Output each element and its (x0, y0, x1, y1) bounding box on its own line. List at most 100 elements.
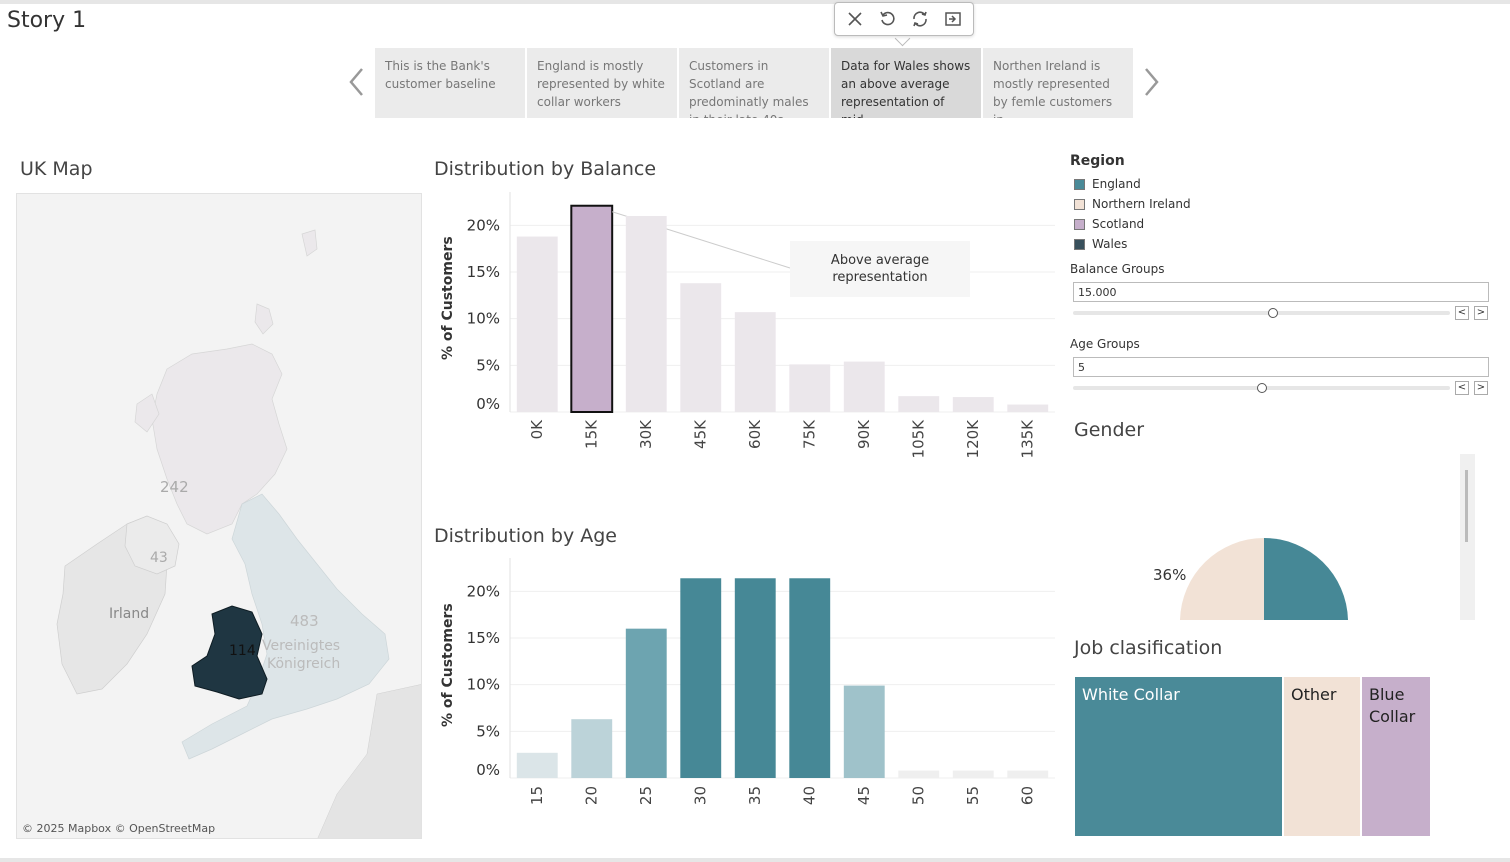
y-tick-label: 20% (467, 582, 500, 600)
revert-icon[interactable] (906, 5, 934, 33)
bar-75K[interactable] (789, 364, 831, 412)
balance-annotation: Above average representation (790, 241, 970, 297)
story-point-3[interactable]: Customers in Scotland are predominatly m… (679, 48, 829, 118)
x-tick-label: 60K (746, 419, 764, 449)
treemap-label: Blue Collar (1369, 685, 1416, 726)
gender-slice-female[interactable] (1180, 538, 1264, 620)
uk-map[interactable]: 242 43 Irland 483 Vereinigtes Königreich… (16, 193, 422, 839)
bar-45[interactable] (843, 685, 885, 778)
x-tick-label: 120K (964, 419, 982, 459)
x-tick-label: 105K (909, 419, 927, 459)
gender-slice-male[interactable] (1264, 538, 1348, 620)
bar-90K[interactable] (843, 361, 885, 412)
y-tick-label: 15% (467, 263, 500, 281)
story-point-text: This is the Bank's customer baseline (385, 59, 496, 91)
y-tick-label: 0% (476, 395, 500, 413)
x-tick-label: 30K (637, 419, 655, 449)
bar-105K[interactable] (898, 396, 940, 412)
bar-55[interactable] (952, 770, 994, 778)
bar-45K[interactable] (680, 283, 722, 412)
bar-30[interactable] (680, 578, 722, 778)
pause-icon[interactable] (939, 5, 967, 33)
bar-60[interactable] (1007, 770, 1049, 778)
y-tick-label: 10% (467, 676, 500, 694)
x-tick-label: 25 (637, 786, 655, 805)
y-tick-label: 15% (467, 629, 500, 647)
map-label-ireland: Irland (109, 606, 149, 622)
balance-bar-chart: 0% 5% 10% 15% 20% 0K 15K 30K 45K 60K 75K 90K 105K 120… (467, 192, 1055, 459)
top-border (0, 0, 1510, 4)
map-attribution: © 2025 Mapbox © OpenStreetMap (22, 822, 216, 835)
legend-item-scotland[interactable]: Scotland (1074, 214, 1191, 234)
job-title: Job clasification (1074, 637, 1223, 659)
y-tick-label: 0% (476, 761, 500, 779)
age-groups-label: Age Groups (1070, 337, 1140, 351)
legend-swatch (1074, 198, 1085, 210)
age-slider-handle[interactable] (1256, 383, 1267, 393)
story-point-2[interactable]: England is mostly represented by white c… (527, 48, 677, 118)
legend-label: Wales (1092, 237, 1128, 251)
bar-40[interactable] (789, 578, 831, 778)
map-label-scotland: 242 (160, 478, 189, 496)
bar-15K[interactable] (570, 204, 614, 413)
age-groups-input[interactable] (1073, 357, 1489, 377)
age-chart-title: Distribution by Age (434, 525, 617, 547)
treemap-white-collar[interactable]: White Collar (1075, 677, 1284, 836)
region-legend-title: Region (1070, 153, 1125, 169)
story-next-arrow-icon[interactable] (1140, 66, 1162, 102)
bar-120K[interactable] (952, 397, 994, 412)
legend-swatch (1074, 178, 1085, 190)
balance-prev-button[interactable]: < (1455, 306, 1469, 320)
story-point-5[interactable]: Northen Ireland is mostly represented by… (983, 48, 1133, 118)
page-title: Story 1 (7, 8, 87, 33)
bar-35[interactable] (734, 578, 776, 778)
bar-25[interactable] (625, 628, 667, 778)
bar-15[interactable] (516, 752, 558, 778)
x-tick-label: 30 (691, 786, 709, 805)
undo-icon[interactable] (874, 5, 902, 33)
bar-30K[interactable] (625, 216, 667, 412)
treemap-label: Other (1291, 685, 1337, 704)
treemap-other[interactable]: Other (1284, 677, 1362, 836)
x-tick-label: 60 (1018, 786, 1036, 805)
map-label-ni: 43 (150, 550, 168, 566)
legend-swatch (1074, 238, 1085, 250)
bar-135K[interactable] (1007, 404, 1049, 412)
balance-slider-handle[interactable] (1267, 308, 1278, 318)
treemap-label: White Collar (1082, 685, 1180, 704)
bar-20[interactable] (571, 719, 613, 778)
legend-item-northern-ireland[interactable]: Northern Ireland (1074, 194, 1191, 214)
legend-label: England (1092, 177, 1141, 191)
x-tick-label: 45 (855, 786, 873, 805)
y-tick-label: 5% (476, 722, 500, 740)
bar-60K[interactable] (734, 312, 776, 412)
map-label-england-name2: Königreich (267, 656, 340, 672)
gender-scrollbar-thumb[interactable] (1465, 470, 1468, 542)
treemap-blue-collar[interactable]: Blue Collar (1362, 677, 1430, 836)
age-prev-button[interactable]: < (1455, 381, 1469, 395)
x-tick-label: 45K (691, 419, 709, 449)
map-label-wales: 114 (229, 643, 256, 659)
story-point-1[interactable]: This is the Bank's customer baseline (375, 48, 525, 118)
bottom-border (0, 858, 1510, 862)
x-tick-label: 35 (746, 786, 764, 805)
legend-item-wales[interactable]: Wales (1074, 234, 1191, 254)
x-tick-label: 75K (800, 419, 818, 449)
x-tick-label: 55 (964, 786, 982, 805)
story-point-4-active[interactable]: Data for Wales shows an above average re… (831, 48, 981, 118)
balance-groups-input[interactable] (1073, 282, 1489, 302)
bar-50[interactable] (898, 770, 940, 778)
x-tick-label: 90K (855, 419, 873, 449)
map-label-england-count: 483 (290, 612, 319, 630)
map-title: UK Map (20, 158, 93, 180)
balance-slider-track[interactable] (1073, 311, 1450, 315)
balance-next-button[interactable]: > (1474, 306, 1488, 320)
balance-groups-label: Balance Groups (1070, 262, 1165, 276)
legend-item-england[interactable]: England (1074, 174, 1191, 194)
age-next-button[interactable]: > (1474, 381, 1488, 395)
balance-y-axis-label: % of Customers (440, 236, 456, 360)
bar-0K[interactable] (516, 236, 558, 412)
close-icon[interactable] (841, 5, 869, 33)
story-prev-arrow-icon[interactable] (346, 66, 368, 102)
y-tick-label: 5% (476, 356, 500, 374)
